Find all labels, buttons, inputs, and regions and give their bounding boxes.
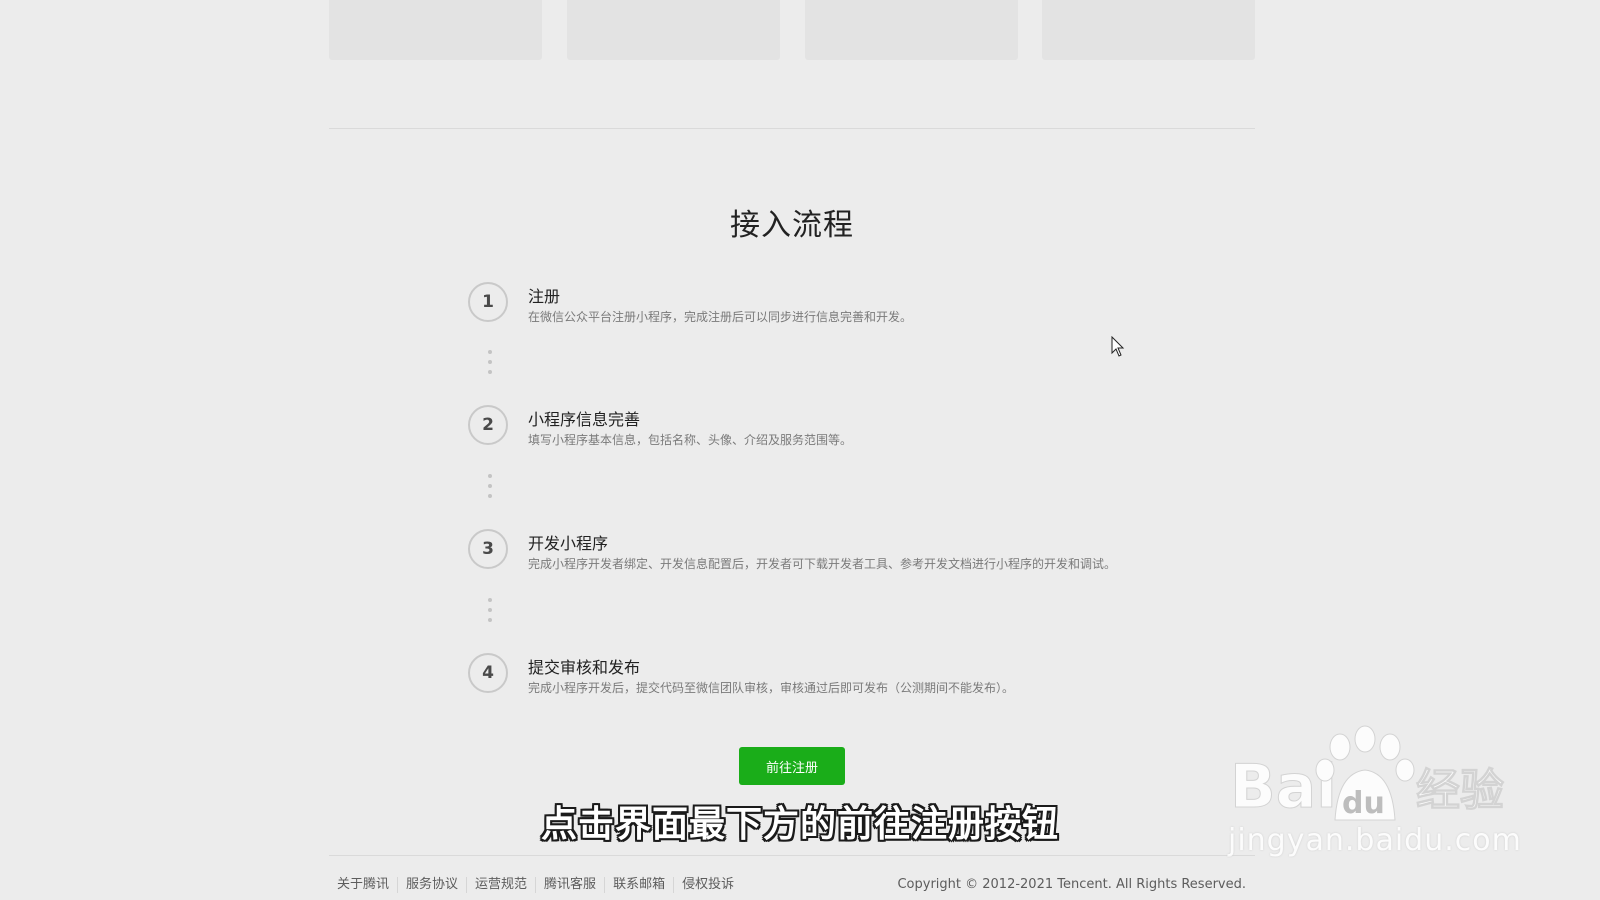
footer-divider: [329, 855, 1255, 856]
placeholder-card-2: [567, 0, 780, 60]
process-title: 接入流程: [730, 208, 854, 243]
footer-link-contact-email[interactable]: 联系邮箱: [605, 877, 675, 893]
step-number-circle: 4: [468, 653, 508, 693]
step-title: 开发小程序: [528, 534, 609, 553]
step-title: 注册: [528, 287, 561, 306]
section-divider-top: [329, 128, 1255, 129]
step-title: 提交审核和发布: [528, 658, 641, 677]
step-number-circle: 1: [468, 282, 508, 322]
video-subtitle: 点击界面最下方的前往注册按钮: [540, 804, 1059, 845]
footer-link-infringement[interactable]: 侵权投诉: [674, 877, 742, 893]
page: 接入流程 1 注册 在微信公众平台注册小程序，完成注册后可以同步进行信息完善和开…: [0, 0, 1600, 900]
step-description: 完成小程序开发后，提交代码至微信团队审核，审核通过后即可发布（公测期间不能发布）…: [528, 681, 1015, 695]
step-connector-dots: [488, 350, 492, 380]
copyright-text: Copyright © 2012-2021 Tencent. All Right…: [897, 877, 1246, 892]
step-connector-dots: [488, 474, 492, 504]
footer-link-customer-service[interactable]: 腾讯客服: [536, 877, 606, 893]
placeholder-card-4: [1042, 0, 1255, 60]
step-number-circle: 3: [468, 529, 508, 569]
step-description: 在微信公众平台注册小程序，完成注册后可以同步进行信息完善和开发。: [528, 310, 913, 324]
placeholder-card-1: [329, 0, 542, 60]
placeholder-card-3: [805, 0, 1018, 60]
register-button[interactable]: 前往注册: [739, 747, 845, 785]
footer-link-about[interactable]: 关于腾讯: [329, 877, 399, 893]
step-title: 小程序信息完善: [528, 410, 641, 429]
footer-links: 关于腾讯 服务协议 运营规范 腾讯客服 联系邮箱 侵权投诉: [329, 877, 742, 893]
footer-link-operation-rules[interactable]: 运营规范: [467, 877, 537, 893]
step-description: 完成小程序开发者绑定、开发信息配置后，开发者可下载开发者工具、参考开发文档进行小…: [528, 557, 1117, 571]
step-description: 填写小程序基本信息，包括名称、头像、介绍及服务范围等。: [528, 433, 853, 447]
footer-link-service-agreement[interactable]: 服务协议: [398, 877, 468, 893]
mouse-cursor-icon: [1111, 336, 1125, 357]
step-connector-dots: [488, 598, 492, 628]
step-number-circle: 2: [468, 405, 508, 445]
